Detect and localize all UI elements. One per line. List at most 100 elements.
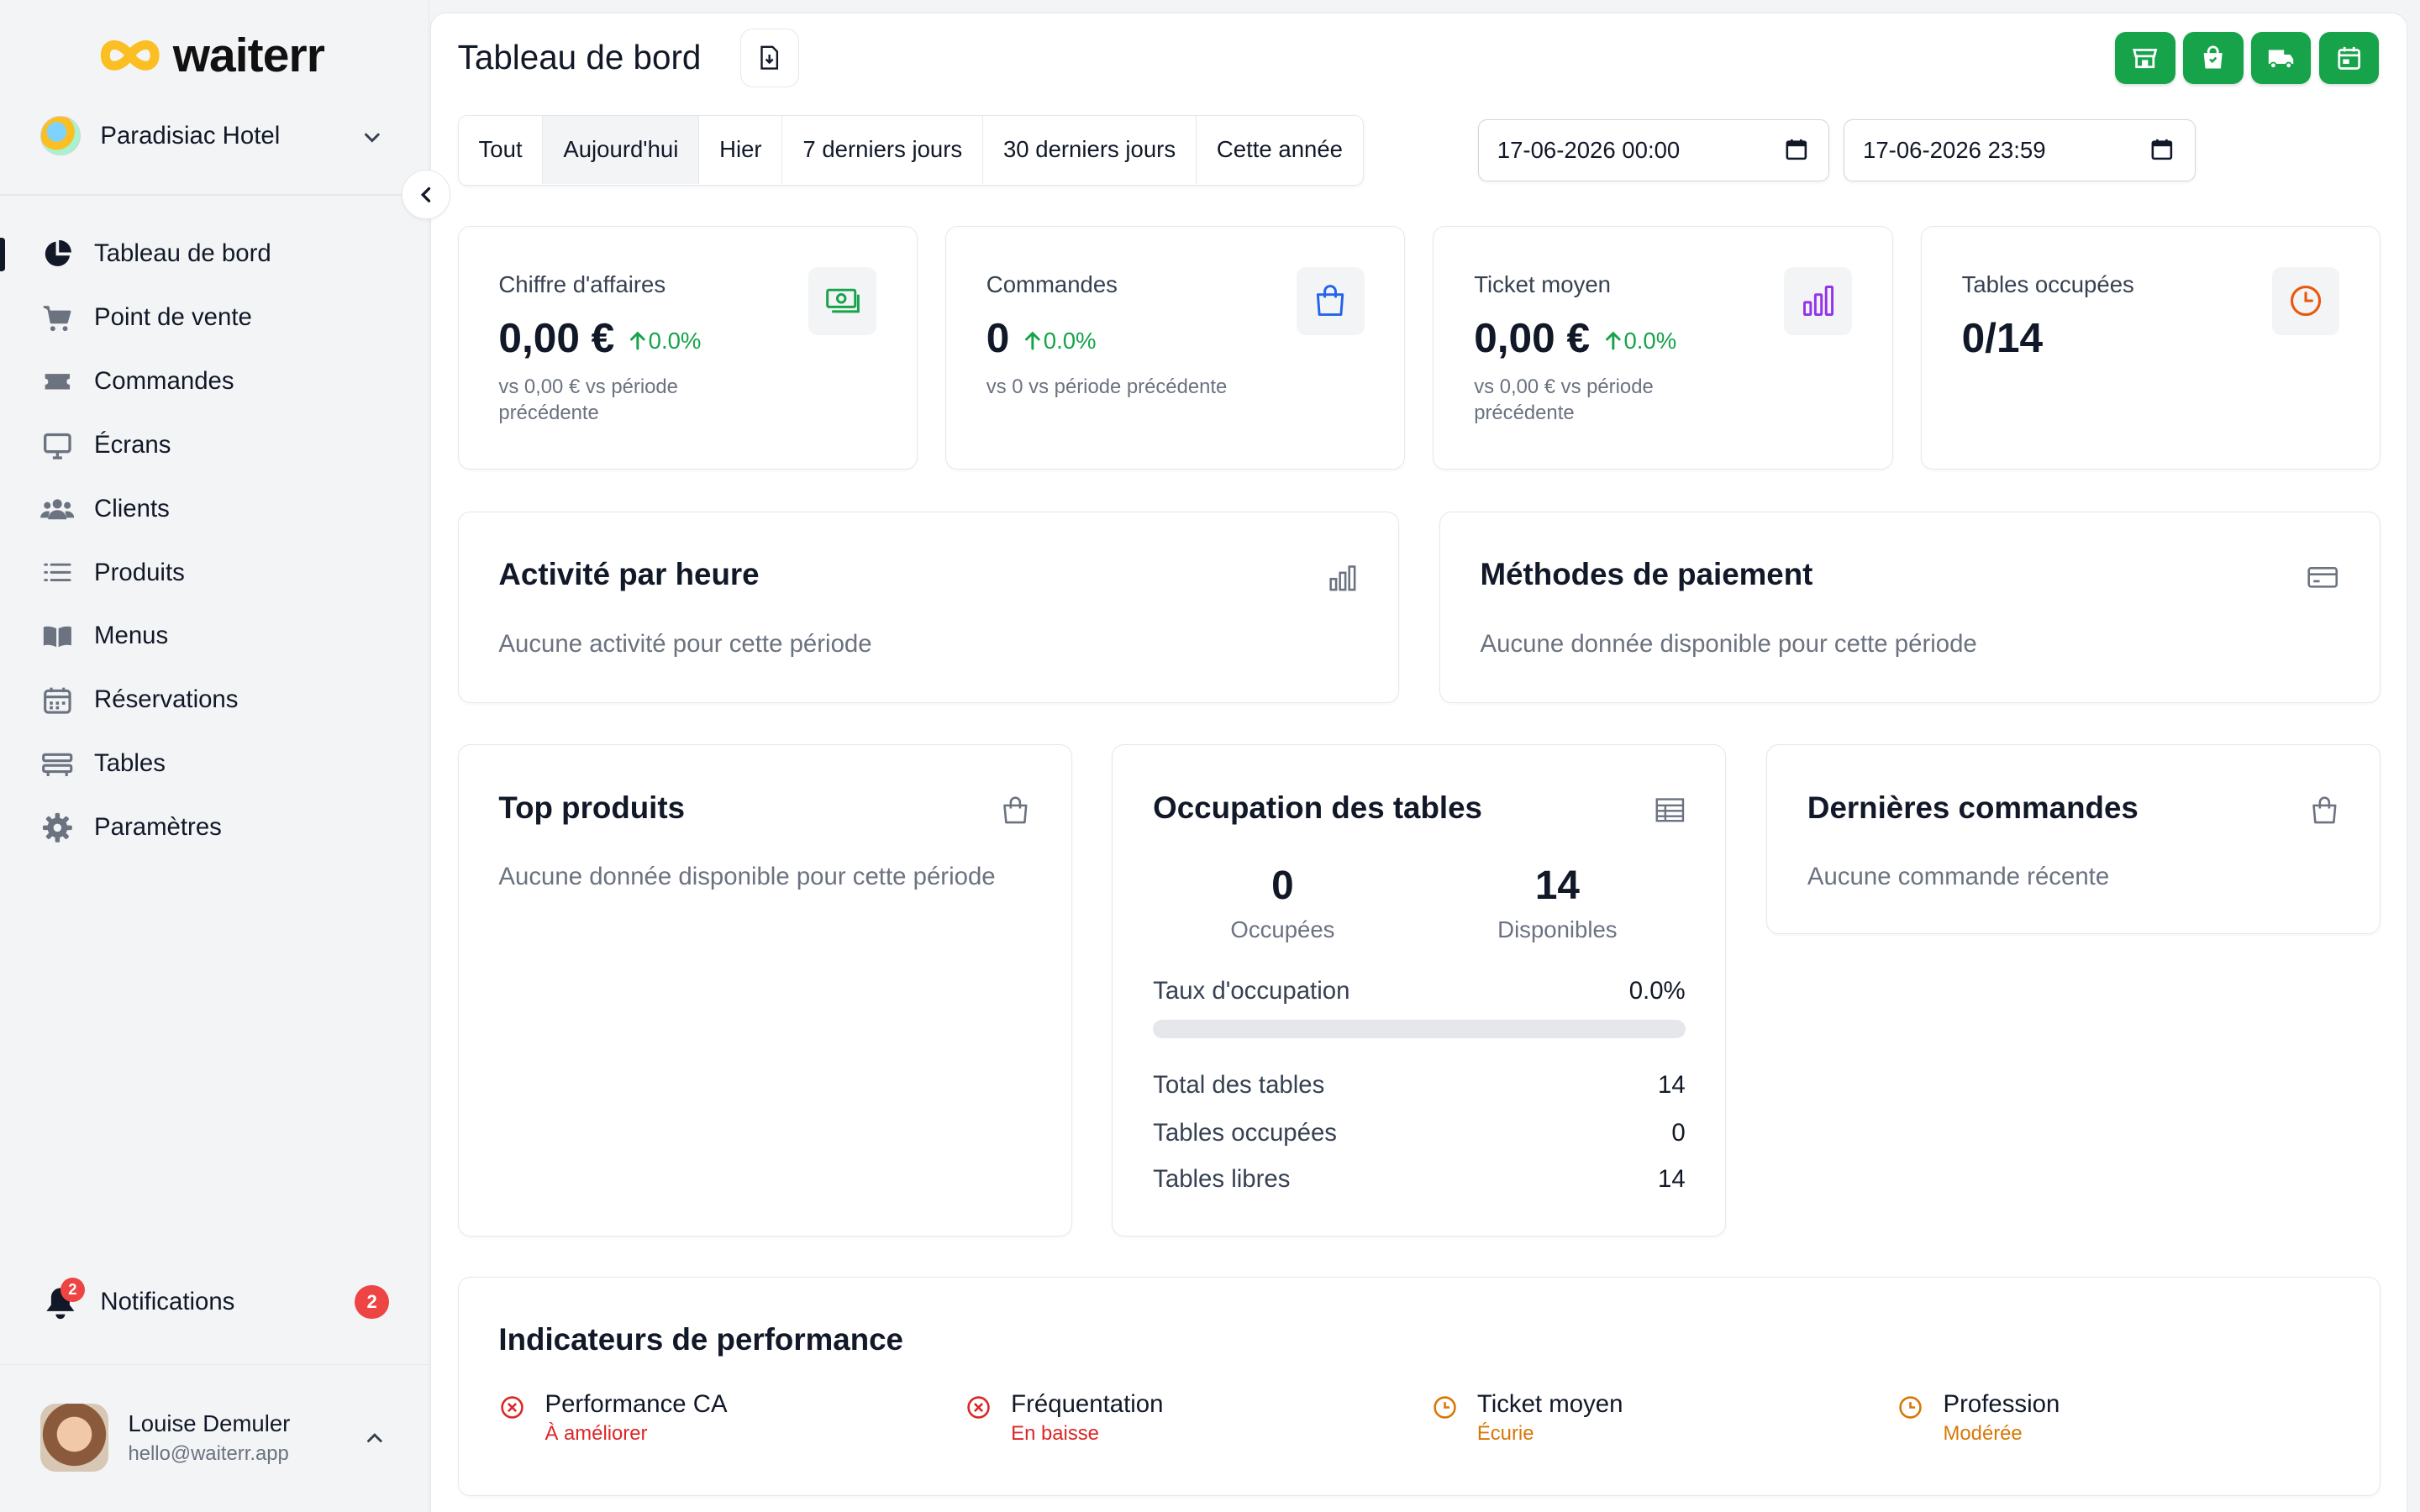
notifications-count-badge: 2 bbox=[355, 1284, 389, 1320]
sidebar-item-tables[interactable]: Tables bbox=[0, 732, 429, 795]
pie-chart-icon bbox=[40, 237, 74, 270]
logo-text: waiterr bbox=[172, 29, 325, 83]
stat-compare: vs 0 vs période précédente bbox=[986, 375, 1228, 398]
kpi-frequentation: Fréquentation En baisse bbox=[965, 1390, 1163, 1446]
range-hier[interactable]: Hier bbox=[699, 115, 783, 184]
range-aujourdhui[interactable]: Aujourd'hui bbox=[543, 115, 700, 184]
hotel-avatar bbox=[39, 115, 81, 156]
shopping-bag-icon bbox=[1317, 285, 1344, 317]
stat-value-text: 0,00 € bbox=[1474, 313, 1591, 361]
stat-value-text: 0/14 bbox=[1961, 313, 2044, 361]
end-datetime-input[interactable]: 17-06-2026 23:59 bbox=[1844, 119, 2196, 181]
calendar-icon bbox=[40, 683, 74, 717]
occupancy-title: Occupation des tables bbox=[1153, 790, 1482, 825]
end-datetime-value: 17-06-2026 23:59 bbox=[1863, 137, 2046, 164]
kpi-status: En baisse bbox=[1011, 1421, 1099, 1445]
store-button[interactable] bbox=[2115, 31, 2175, 85]
stat-card-occupied-tables: Tables occupées 0/14 bbox=[1920, 226, 2381, 470]
sidebar-item-label: Clients bbox=[94, 494, 170, 522]
sidebar-item-parametres[interactable]: Paramètres bbox=[0, 795, 429, 859]
stat-trend: 0.0% bbox=[1022, 328, 1097, 354]
stat-value: 0/14 bbox=[1962, 313, 2044, 362]
sidebar-nav: Tableau de bord Point de vente Commandes… bbox=[0, 222, 429, 858]
calendar-icon[interactable] bbox=[1786, 139, 1807, 160]
kpi-status: À améliorer bbox=[544, 1421, 648, 1445]
reservation-button[interactable] bbox=[2318, 31, 2380, 85]
store-icon bbox=[2133, 49, 2158, 69]
stat-icon-box bbox=[808, 266, 877, 335]
recent-orders-card: Dernières commandes Aucune commande réce… bbox=[1766, 744, 2381, 935]
stat-value: 0,00 € 0.0% bbox=[498, 313, 701, 362]
arrow-up-icon bbox=[1025, 331, 1040, 350]
stat-label: Ticket moyen bbox=[1474, 271, 1611, 298]
sidebar-item-point-de-vente[interactable]: Point de vente bbox=[0, 286, 429, 349]
table-icon bbox=[40, 747, 74, 780]
start-datetime-input[interactable]: 17-06-2026 00:00 bbox=[1477, 119, 1830, 181]
shopping-bag-icon bbox=[2203, 45, 2223, 69]
app-logo[interactable]: waiterr bbox=[99, 28, 325, 83]
sidebar-item-label: Écrans bbox=[94, 430, 171, 459]
sidebar-item-reservations[interactable]: Réservations bbox=[0, 668, 429, 732]
payment-methods-empty-message: Aucune donnée disponible pour cette péri… bbox=[1480, 629, 1977, 658]
stat-trend: 0.0% bbox=[1602, 328, 1677, 354]
activity-empty-message: Aucune activité pour cette période bbox=[498, 629, 872, 658]
stat-card-orders: Commandes 0 0.0% vs 0 vs période précéde… bbox=[945, 226, 1406, 470]
stat-trend-value: 0.0% bbox=[648, 328, 702, 354]
calendar-icon bbox=[2338, 47, 2360, 71]
sidebar-item-clients[interactable]: Clients bbox=[0, 477, 429, 541]
shopping-bag-icon bbox=[2312, 796, 2337, 824]
notifications-button[interactable]: 2 Notifications 2 bbox=[40, 1277, 395, 1327]
chevron-down-icon bbox=[364, 133, 380, 143]
sidebar-item-produits[interactable]: Produits bbox=[0, 541, 429, 605]
arrow-up-icon bbox=[1605, 331, 1621, 350]
range-tout[interactable]: Tout bbox=[458, 115, 544, 184]
kpi-name: Fréquentation bbox=[1011, 1390, 1164, 1419]
monitor-icon bbox=[40, 428, 74, 462]
stat-trend-value: 0.0% bbox=[1043, 328, 1097, 354]
sidebar-divider bbox=[0, 194, 429, 197]
sidebar-divider bbox=[0, 1363, 429, 1366]
top-products-empty-message: Aucune donnée disponible pour cette péri… bbox=[498, 862, 996, 890]
kpi-name: Performance CA bbox=[544, 1390, 728, 1419]
occupied-count: 0 bbox=[1271, 863, 1294, 908]
payment-methods-card: Méthodes de paiement Aucune donnée dispo… bbox=[1439, 511, 2381, 703]
bar-chart-icon bbox=[1802, 286, 1833, 317]
user-email: hello@waiterr.app bbox=[128, 1441, 289, 1465]
kpi-name: Profession bbox=[1943, 1390, 2060, 1419]
range-7-jours[interactable]: 7 derniers jours bbox=[782, 115, 984, 184]
calendar-icon[interactable] bbox=[2151, 139, 2173, 160]
x-circle-icon bbox=[501, 1395, 524, 1419]
stat-value: 0 0.0% bbox=[986, 313, 1097, 362]
stat-trend: 0.0% bbox=[627, 328, 702, 354]
main-content: Tableau de bord Tout Aujourd'hui Hier 7 … bbox=[430, 12, 2408, 1512]
users-icon bbox=[39, 492, 75, 526]
sidebar-item-label: Réservations bbox=[94, 685, 239, 714]
chevron-up-icon bbox=[367, 1433, 383, 1442]
shopping-bag-button[interactable] bbox=[2182, 31, 2244, 85]
hotel-switcher[interactable]: Paradisiac Hotel bbox=[39, 114, 389, 157]
available-count: 14 bbox=[1534, 863, 1580, 908]
bar-chart-icon bbox=[1328, 564, 1355, 591]
free-tables-label: Tables libres bbox=[1153, 1164, 1291, 1193]
start-datetime-value: 17-06-2026 00:00 bbox=[1497, 137, 1681, 164]
top-products-card: Top produits Aucune donnée disponible po… bbox=[457, 744, 1072, 1237]
collapse-sidebar-button[interactable] bbox=[401, 170, 451, 219]
sidebar-item-ecrans[interactable]: Écrans bbox=[0, 413, 429, 477]
kpi-status: Modérée bbox=[1943, 1421, 2023, 1445]
performance-indicators-title: Indicateurs de performance bbox=[498, 1322, 903, 1357]
sidebar-item-tableau-de-bord[interactable]: Tableau de bord bbox=[0, 222, 429, 286]
total-tables-value: 14 bbox=[1657, 1070, 1686, 1099]
kpi-ticket-moyen: Ticket moyen Écurie bbox=[1431, 1390, 1623, 1446]
range-30-jours[interactable]: 30 derniers jours bbox=[983, 115, 1197, 184]
sidebar-item-menus[interactable]: Menus bbox=[0, 605, 429, 669]
kpi-status: Écurie bbox=[1476, 1421, 1534, 1445]
delivery-button[interactable] bbox=[2250, 31, 2312, 85]
range-cette-annee[interactable]: Cette année bbox=[1197, 115, 1363, 184]
sidebar-item-commandes[interactable]: Commandes bbox=[0, 349, 429, 413]
stat-trend-value: 0.0% bbox=[1623, 328, 1677, 354]
export-button[interactable] bbox=[739, 29, 799, 87]
occupancy-rate-value: 0.0% bbox=[1628, 976, 1686, 1005]
activity-title: Activité par heure bbox=[498, 557, 760, 592]
user-menu[interactable]: Louise Demuler hello@waiterr.app bbox=[39, 1403, 395, 1473]
sidebar-item-label: Tableau de bord bbox=[94, 239, 271, 268]
